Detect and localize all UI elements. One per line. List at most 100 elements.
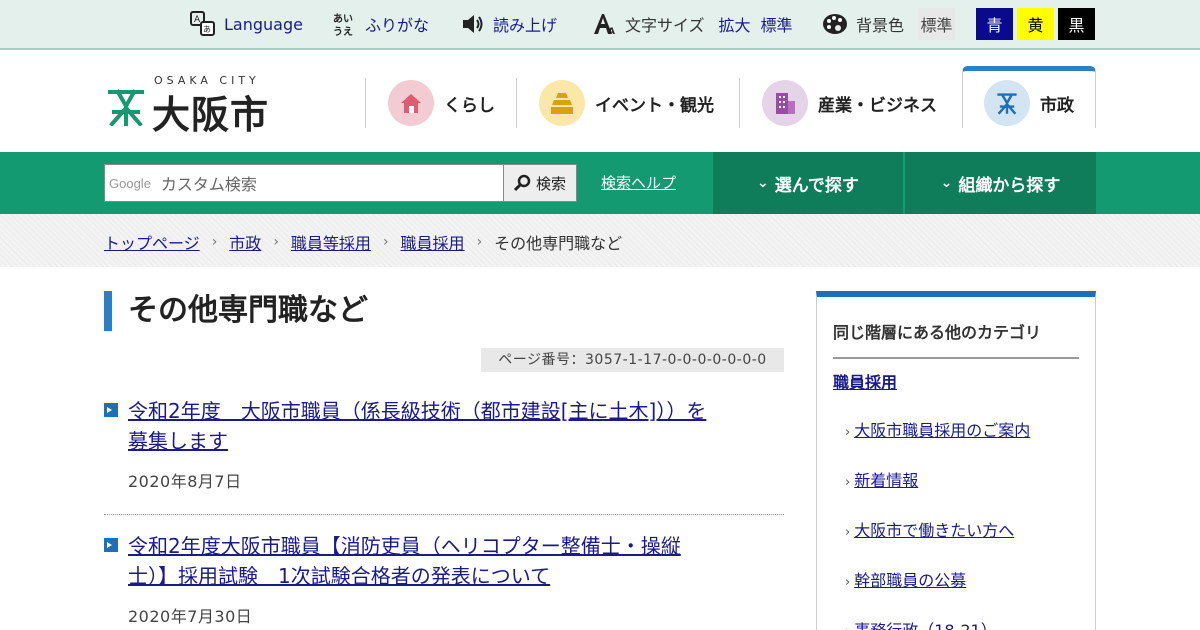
svg-text:A: A [608, 27, 615, 35]
furigana-button[interactable]: あい うえ ふりがな [333, 0, 429, 48]
furigana-icon: あい うえ [333, 12, 353, 37]
sidebar-item[interactable]: › 幹部職員の公募 [845, 567, 966, 591]
building-icon [762, 80, 808, 126]
chevron-down-icon: ⌄ [940, 175, 953, 191]
house-icon [388, 80, 434, 126]
bg-color-control: 背景色 [822, 0, 904, 48]
nav-label: 市政 [1040, 95, 1074, 116]
nav-label: イベント・観光 [595, 95, 714, 116]
breadcrumb-link[interactable]: トップページ [104, 230, 200, 254]
search-help-link[interactable]: 検索ヘルプ [601, 172, 676, 193]
language-button[interactable]: A あ Language [190, 0, 303, 48]
nav-item-city-government[interactable]: 市政 [984, 78, 1074, 128]
sidebar-item-label: 事務行政（18-21） [854, 621, 997, 630]
article-date: 2020年7月30日 [128, 607, 253, 626]
choose-search-label: 選んで探す [774, 175, 859, 196]
chevron-right-icon: › [845, 625, 850, 630]
nav-item-living[interactable]: くらし [388, 78, 495, 128]
search-placeholder: カスタム検索 [160, 175, 257, 194]
choose-search-button[interactable]: ⌄ 選んで探す [713, 152, 903, 214]
search-button[interactable]: 検索 [503, 164, 577, 202]
divider [104, 514, 784, 515]
city-emblem-icon [984, 80, 1030, 126]
speaker-icon [463, 15, 483, 33]
org-search-button[interactable]: ⌄ 組織から探す [905, 152, 1096, 214]
search-icon [513, 174, 531, 192]
page-number: ページ番号：3057-1-17-0-0-0-0-0-0-0 [481, 348, 784, 372]
furigana-label: ふりがな [365, 16, 430, 35]
palette-icon [823, 14, 847, 34]
sidebar-item[interactable]: › 大阪市職員採用のご案内 [845, 417, 1030, 441]
article-title-line: 募集します [128, 429, 228, 453]
svg-text:うえ: うえ [333, 26, 353, 37]
sidebar-current-category[interactable]: 職員採用 [833, 369, 897, 393]
text-size-control: A 文字サイズ 拡大 標準 [593, 0, 793, 48]
bg-yellow-button[interactable]: 黄 [1017, 8, 1054, 40]
city-emblem-icon [108, 89, 144, 126]
nav-item-business[interactable]: 産業・ビジネス [762, 78, 937, 128]
read-aloud-button[interactable]: 読み上げ [461, 0, 557, 48]
text-size-large-button[interactable]: 拡大 [719, 12, 751, 36]
article-link[interactable]: 令和2年度 大阪市職員（係長級技術（都市建設[主に土木]））を 募集します [128, 396, 784, 456]
bg-standard-button[interactable]: 標準 [918, 8, 955, 40]
chevron-right-icon: › [845, 575, 851, 590]
article-link[interactable]: 令和2年度大阪市職員【消防吏員（ヘリコプター整備士・操縦 士）】採用試験 1次試… [128, 531, 784, 591]
bg-black-button[interactable]: 黒 [1058, 8, 1095, 40]
breadcrumb-link[interactable]: 職員採用 [401, 230, 465, 254]
nav-label: 産業・ビジネス [818, 95, 937, 116]
bg-blue-button[interactable]: 青 [976, 8, 1013, 40]
text-size-icon: A [594, 14, 615, 35]
read-aloud-label: 読み上げ [493, 16, 558, 35]
list-item: 令和2年度大阪市職員【消防吏員（ヘリコプター整備士・操縦 士）】採用試験 1次試… [104, 531, 784, 627]
sidebar-item-label: 新着情報 [854, 471, 919, 490]
page-title: その他専門職など [104, 291, 368, 331]
text-size-label: 文字サイズ [625, 16, 705, 35]
chevron-right-icon: › [382, 234, 389, 250]
breadcrumb-bar: トップページ › 市政 › 職員等採用 › 職員採用 › その他専門職など [0, 214, 1200, 267]
sidebar-item[interactable]: › 大阪市で働きたい方へ [845, 517, 1014, 541]
chevron-right-icon: › [845, 525, 851, 540]
breadcrumb-current: その他専門職など [494, 234, 623, 253]
sidebar-item[interactable]: › 事務行政（18-21） [845, 617, 997, 630]
site-logo[interactable]: OSAKA CITY 大阪市 [108, 74, 288, 137]
text-size-standard-button[interactable]: 標準 [761, 12, 793, 36]
nav-item-events[interactable]: イベント・観光 [539, 78, 714, 128]
search-button-label: 検索 [535, 174, 566, 193]
chevron-right-icon: › [273, 234, 279, 250]
nav-divider [365, 78, 366, 128]
nav-divider [739, 78, 740, 128]
breadcrumb-link[interactable]: 職員等採用 [291, 230, 371, 254]
utility-bar: A あ Language あい うえ ふりがな 読み上げ A 文字サイズ 拡大 … [0, 0, 1200, 50]
bg-color-label: 背景色 [856, 16, 905, 35]
google-label: Google [109, 175, 151, 191]
castle-icon [539, 80, 585, 126]
nav-label: くらし [444, 95, 495, 116]
chevron-right-icon: › [211, 234, 218, 250]
article-date: 2020年8月7日 [128, 472, 242, 491]
breadcrumb-link[interactable]: 市政 [229, 230, 261, 254]
chevron-right-icon: › [476, 234, 483, 250]
sidebar-item[interactable]: › 新着情報 [845, 467, 918, 491]
chevron-down-icon: ⌄ [757, 175, 769, 191]
arrow-bullet-icon [104, 403, 118, 417]
sidebar-item-label: 大阪市職員採用のご案内 [854, 421, 1031, 440]
chevron-right-icon: › [845, 425, 851, 440]
arrow-bullet-icon [104, 538, 118, 552]
sidebar-item-label: 大阪市で働きたい方へ [854, 521, 1015, 540]
language-icon: A あ [190, 11, 215, 36]
nav-divider [516, 78, 517, 128]
logo-japanese: 大阪市 [152, 93, 270, 137]
sidebar-heading: 同じ階層にある他のカテゴリ [833, 319, 1079, 359]
chevron-right-icon: › [845, 475, 851, 490]
org-search-label: 組織から探す [958, 175, 1061, 196]
site-header: OSAKA CITY 大阪市 くらし イベント・観光 産業・ビジネス 市政 [0, 50, 1200, 152]
svg-text:あ: あ [203, 25, 211, 34]
search-input[interactable]: Google カスタム検索 [104, 164, 504, 202]
list-item: 令和2年度 大阪市職員（係長級技術（都市建設[主に土木]））を 募集します 20… [104, 396, 784, 492]
sidebar-item-label: 幹部職員の公募 [854, 571, 967, 590]
article-title-line: 令和2年度大阪市職員【消防吏員（ヘリコプター整備士・操縦 [128, 534, 681, 558]
article-title-line: 令和2年度 大阪市職員（係長級技術（都市建設[主に土木]））を [128, 399, 707, 423]
sidebar-categories: 同じ階層にある他のカテゴリ 職員採用 › 大阪市職員採用のご案内 › 新着情報 › 大… [816, 291, 1096, 630]
breadcrumb: トップページ › 市政 › 職員等採用 › 職員採用 › その他専門職など [104, 230, 622, 254]
search-bar: Google カスタム検索 検索 検索ヘルプ ⌄ 選んで探す ⌄ 組織から探す [0, 152, 1200, 214]
